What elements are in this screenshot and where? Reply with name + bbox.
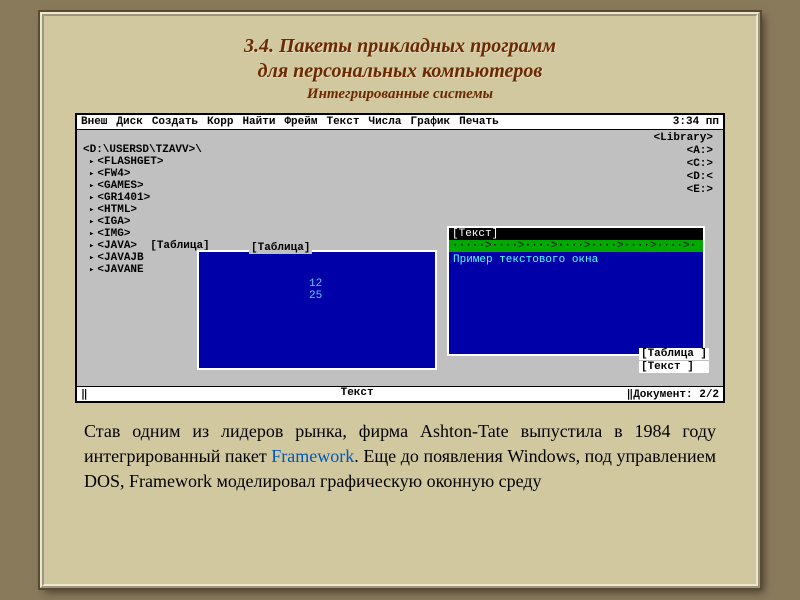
table-value: 25 xyxy=(309,290,322,302)
menu-item[interactable]: Печать xyxy=(459,116,499,128)
table-values: 12 25 xyxy=(309,278,322,302)
menu-item[interactable]: Создать xyxy=(152,116,198,128)
status-doc: ‖Документ: 2/2 xyxy=(627,387,719,401)
menu-item[interactable]: Числа xyxy=(368,116,401,128)
status-mode: Текст xyxy=(341,387,374,401)
tree-item[interactable]: <FLASHGET> xyxy=(83,156,263,168)
drive-item[interactable]: <E:> xyxy=(654,184,713,197)
table-window-label: [Таблица] xyxy=(249,242,312,254)
drive-item[interactable]: <A:> xyxy=(654,145,713,158)
minimized-window[interactable]: [Текст ] xyxy=(639,361,709,373)
dos-screenshot: Внеш Диск Создать Корр Найти Фрейм Текст… xyxy=(75,113,725,403)
status-bar: ‖ Текст ‖Документ: 2/2 xyxy=(77,386,723,401)
menu-item[interactable]: Фрейм xyxy=(284,116,317,128)
menubar: Внеш Диск Создать Корр Найти Фрейм Текст… xyxy=(77,115,723,130)
menu-item[interactable]: Внеш xyxy=(81,116,107,128)
caption-highlight: Framework xyxy=(271,446,354,466)
table-window[interactable]: [Таблица] 12 25 xyxy=(197,250,437,370)
table-value: 12 xyxy=(309,278,322,290)
slide-subtitle: Интегрированные системы xyxy=(74,86,726,103)
text-window[interactable]: [Текст] ·····>····>····>····>····>····>·… xyxy=(447,226,705,356)
tree-item[interactable]: <FW4> xyxy=(83,168,263,180)
text-window-title: [Текст] xyxy=(449,228,703,240)
menu-item[interactable]: График xyxy=(411,116,451,128)
text-window-content: Пример текстового окна xyxy=(449,252,703,268)
drive-item[interactable]: <D:< xyxy=(654,171,713,184)
ruler-bar: ·····>····>····>····>····>····>····>· xyxy=(449,240,703,252)
title-line1: 3.4. Пакеты прикладных программ xyxy=(244,35,556,57)
status-left: ‖ xyxy=(81,387,88,401)
drive-item[interactable]: <C:> xyxy=(654,158,713,171)
tree-item[interactable]: <HTML> xyxy=(83,204,263,216)
tree-path: <D:\USERSD\TZAVV>\ xyxy=(83,144,263,156)
slide-title: 3.4. Пакеты прикладных программ для перс… xyxy=(74,34,726,84)
menu-item[interactable]: Диск xyxy=(116,116,142,128)
minimized-window[interactable]: [Таблица ] xyxy=(639,348,709,360)
desktop-area: <Library> <A:> <C:> <D:< <E:> <D:\USERSD… xyxy=(77,130,723,385)
tree-item[interactable]: <IMG> xyxy=(83,228,263,240)
caption-text: Став одним из лидеров рынка, фирма Ashto… xyxy=(74,419,726,495)
menu-item[interactable]: Найти xyxy=(242,116,275,128)
menu-item[interactable]: Корр xyxy=(207,116,233,128)
library-title: <Library> xyxy=(654,132,713,145)
title-line2: для персональных компьютеров xyxy=(258,60,543,82)
menu-item[interactable]: Текст xyxy=(326,116,359,128)
slide-frame: 3.4. Пакеты прикладных программ для перс… xyxy=(40,12,760,588)
tree-item[interactable]: <GR1401> xyxy=(83,192,263,204)
minimized-windows: [Таблица ] [Текст ] xyxy=(639,347,709,373)
tree-item[interactable]: <IGA> xyxy=(83,216,263,228)
clock: 3:34 пп xyxy=(673,116,719,128)
tree-item[interactable]: <GAMES> xyxy=(83,180,263,192)
library-panel: <Library> <A:> <C:> <D:< <E:> xyxy=(654,132,713,197)
